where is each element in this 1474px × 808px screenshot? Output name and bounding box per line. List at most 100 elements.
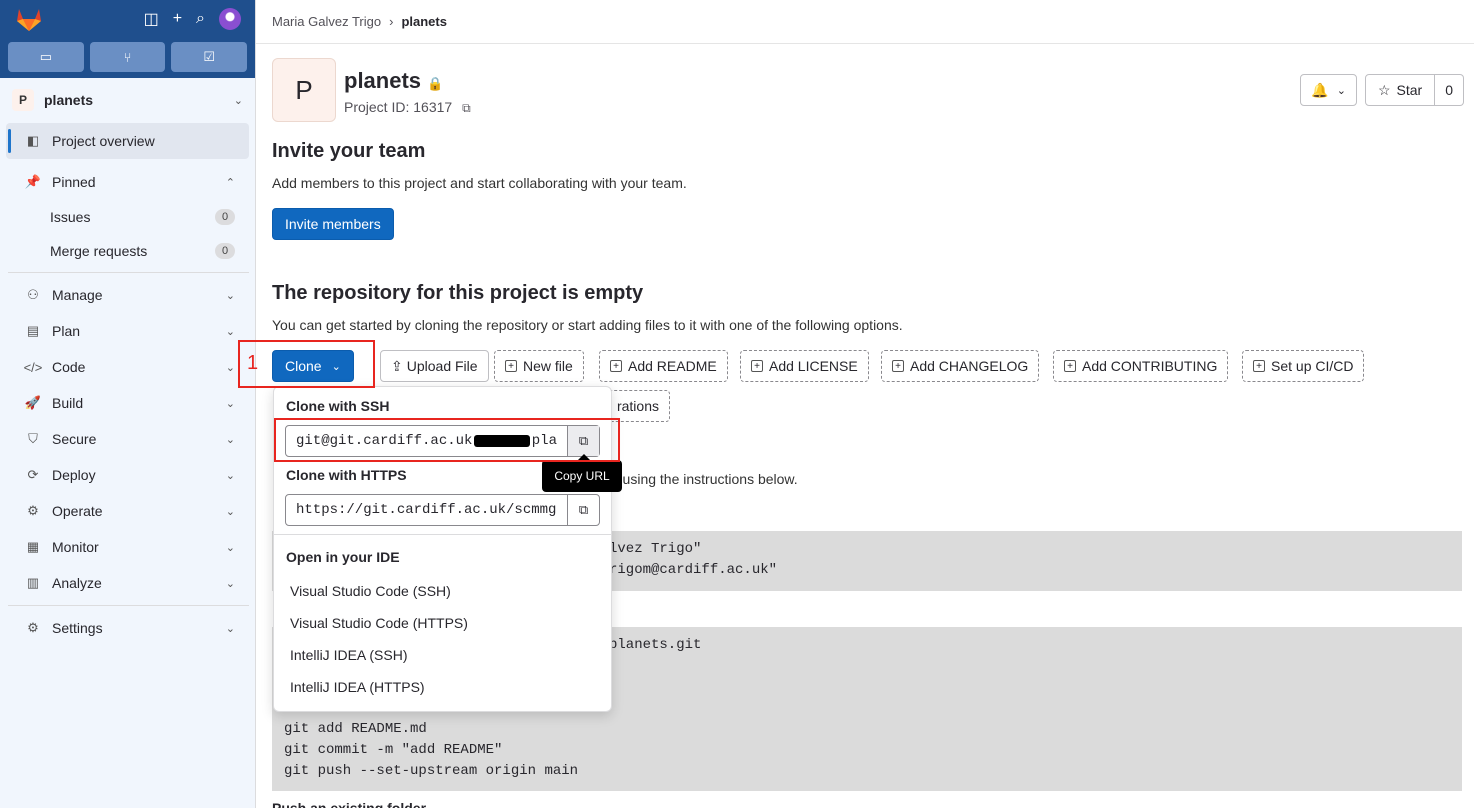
star-button[interactable]: ☆ Star xyxy=(1364,74,1436,106)
integrations-label: rations xyxy=(616,398,659,414)
sidebar-item-merge-requests[interactable]: Merge requests 0 xyxy=(6,234,249,268)
sidebar-item-issues[interactable]: Issues 0 xyxy=(6,200,249,234)
copy-icon: ⧉ xyxy=(578,502,589,517)
merge-requests-icon[interactable]: ⑂ xyxy=(89,42,166,72)
breadcrumb-owner[interactable]: Maria Galvez Trigo xyxy=(272,14,381,29)
sidebar-divider xyxy=(8,272,249,273)
chevron-down-icon: ⌄ xyxy=(1336,84,1346,97)
sidebar-toggle-icon[interactable]: ◫ xyxy=(144,9,159,29)
ide-intellij-ssh[interactable]: IntelliJ IDEA (SSH) xyxy=(290,647,407,663)
star-icon: ☆ xyxy=(1377,81,1391,98)
chevron-down-icon: ⌄ xyxy=(225,433,235,446)
new-file-button[interactable]: + New file xyxy=(494,350,584,382)
issues-icon[interactable]: ▭ xyxy=(8,42,84,72)
sidebar-item-operate[interactable]: ⚙ Operate ⌄ xyxy=(6,493,249,529)
avatar[interactable] xyxy=(219,8,241,30)
https-url-field[interactable]: https://git.cardiff.ac.uk/scmmg ⧉ xyxy=(285,494,600,526)
monitor-icon: ▦ xyxy=(26,539,40,554)
sidebar-item-label: Manage xyxy=(52,287,103,303)
invite-members-button[interactable]: Invite members xyxy=(272,208,394,240)
sidebar-item-deploy[interactable]: ⟳ Deploy ⌄ xyxy=(6,457,249,493)
search-icon[interactable]: ⌕ xyxy=(196,10,205,28)
sidebar-item-label: Project overview xyxy=(52,133,155,149)
overview-icon: ◧ xyxy=(26,133,40,148)
sidebar-top: ◫ + ⌕ ▭ ⑂ ☑ xyxy=(0,0,255,78)
annotation-box-clone xyxy=(238,340,375,388)
chevron-down-icon: ⌄ xyxy=(225,622,235,635)
sidebar-item-label: Secure xyxy=(52,431,97,447)
chevron-down-icon: ⌄ xyxy=(225,577,235,590)
add-license-button[interactable]: + Add LICENSE xyxy=(740,350,869,382)
sidebar-item-label: Code xyxy=(52,359,86,375)
breadcrumb-project[interactable]: planets xyxy=(401,14,447,29)
add-readme-button[interactable]: + Add README xyxy=(599,350,728,382)
chevron-down-icon: ⌄ xyxy=(225,361,235,374)
plus-icon[interactable]: + xyxy=(173,10,182,28)
gitlab-logo-icon[interactable] xyxy=(14,6,44,32)
plus-icon: + xyxy=(1064,360,1076,372)
code-icon: </> xyxy=(23,359,43,375)
clone-https-label: Clone with HTTPS xyxy=(286,467,407,483)
pin-icon: 📌 xyxy=(24,174,42,189)
chevron-down-icon: ⌄ xyxy=(233,94,243,107)
chevron-up-icon: ⌃ xyxy=(225,176,235,189)
setup-cicd-button[interactable]: + Set up CI/CD xyxy=(1242,350,1365,382)
star-count[interactable]: 0 xyxy=(1435,74,1464,106)
copy-https-url-button[interactable]: ⧉ xyxy=(567,495,599,525)
invite-text: Add members to this project and start co… xyxy=(272,175,687,191)
deploy-icon: ⟳ xyxy=(27,467,39,482)
sidebar-item-secure[interactable]: ⛉ Secure ⌄ xyxy=(6,421,249,457)
new-file-label: New file xyxy=(523,358,573,374)
settings-icon: ⚙ xyxy=(27,620,39,635)
notifications-button[interactable]: 🔔 ⌄ xyxy=(1300,74,1357,106)
chevron-down-icon: ⌄ xyxy=(225,469,235,482)
copy-icon[interactable]: ⧉ xyxy=(462,101,471,115)
annotation-step-number: 1 xyxy=(247,352,259,374)
analyze-icon: ▥ xyxy=(26,575,40,590)
setup-cicd-label: Set up CI/CD xyxy=(1271,358,1354,374)
sidebar-item-label: Build xyxy=(52,395,84,411)
code-line: git commit -m "add README" xyxy=(284,742,503,758)
lock-icon: 🔒 xyxy=(427,76,444,91)
sidebar-item-project-overview[interactable]: ◧ Project overview xyxy=(6,123,249,159)
ide-intellij-https[interactable]: IntelliJ IDEA (HTTPS) xyxy=(290,679,425,695)
chevron-down-icon: ⌄ xyxy=(225,505,235,518)
sidebar-divider xyxy=(8,605,249,606)
sidebar-item-pinned[interactable]: 📌 Pinned ⌃ xyxy=(6,164,249,200)
sidebar-item-manage[interactable]: ⚇ Manage ⌄ xyxy=(6,277,249,313)
sidebar-item-label: Plan xyxy=(52,323,81,339)
sidebar-item-plan[interactable]: ▤ Plan ⌄ xyxy=(6,313,249,349)
project-name: planets xyxy=(44,92,94,108)
sidebar-item-label: Issues xyxy=(50,209,91,225)
sidebar-item-label: Monitor xyxy=(52,539,99,555)
upload-file-button[interactable]: ⇪ Upload File xyxy=(380,350,489,382)
plus-icon: + xyxy=(610,360,622,372)
sidebar-item-code[interactable]: </> Code ⌄ xyxy=(6,349,249,385)
empty-repo-title: The repository for this project is empty xyxy=(272,282,644,304)
todos-icon[interactable]: ☑ xyxy=(171,42,248,72)
ide-vscode-ssh[interactable]: Visual Studio Code (SSH) xyxy=(290,583,451,599)
sidebar: ◫ + ⌕ ▭ ⑂ ☑ P planets ⌄ ◧ Project overvi… xyxy=(0,0,256,808)
page-title: planets 🔒 xyxy=(344,68,444,93)
sidebar-item-settings[interactable]: ⚙ Settings ⌄ xyxy=(6,610,249,646)
add-readme-label: Add README xyxy=(628,358,717,374)
chevron-down-icon: ⌄ xyxy=(225,325,235,338)
project-switcher[interactable]: P planets ⌄ xyxy=(0,81,255,119)
sidebar-item-build[interactable]: 🚀 Build ⌄ xyxy=(6,385,249,421)
star-label: Star xyxy=(1396,82,1423,98)
operate-icon: ⚙ xyxy=(27,503,39,518)
breadcrumb-separator-icon: › xyxy=(389,14,394,29)
sidebar-item-analyze[interactable]: ▥ Analyze ⌄ xyxy=(6,565,249,601)
push-folder-heading: Push an existing folder xyxy=(272,800,427,808)
https-url-text[interactable]: https://git.cardiff.ac.uk/scmmg xyxy=(286,495,567,525)
ide-vscode-https[interactable]: Visual Studio Code (HTTPS) xyxy=(290,615,468,631)
open-in-ide-label: Open in your IDE xyxy=(286,549,400,565)
add-changelog-button[interactable]: + Add CHANGELOG xyxy=(881,350,1040,382)
add-contributing-button[interactable]: + Add CONTRIBUTING xyxy=(1053,350,1229,382)
clone-ssh-label: Clone with SSH xyxy=(286,398,390,414)
add-license-label: Add LICENSE xyxy=(769,358,858,374)
sidebar-item-label: Settings xyxy=(52,620,103,636)
sidebar-item-label: Merge requests xyxy=(50,243,148,259)
sidebar-item-monitor[interactable]: ▦ Monitor ⌄ xyxy=(6,529,249,565)
project-avatar-large: P xyxy=(272,58,336,122)
